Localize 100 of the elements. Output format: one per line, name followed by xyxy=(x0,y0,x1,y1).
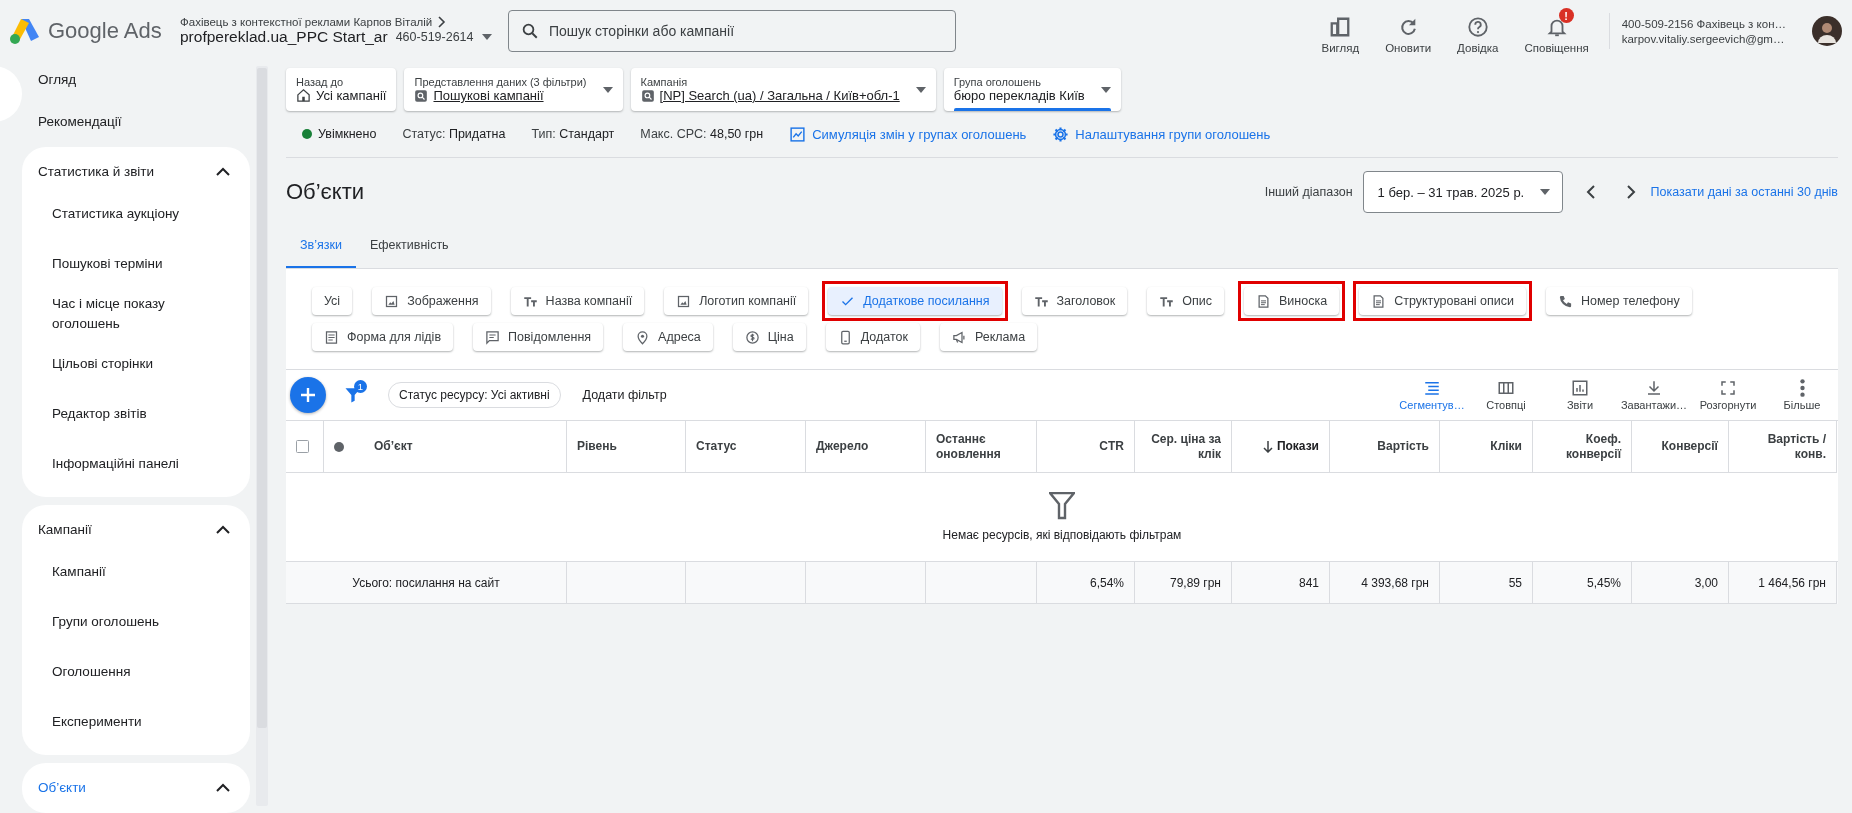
logo-icon xyxy=(10,17,40,45)
account-name[interactable]: profpereklad.ua_PPC Start_ar xyxy=(180,28,388,46)
filter-chip[interactable]: Заголовок xyxy=(1021,287,1128,315)
section-header[interactable]: Кампанії xyxy=(38,521,92,537)
filter-chip[interactable]: Виноска xyxy=(1244,287,1340,315)
sidebar-item[interactable]: Цільові сторінки xyxy=(22,339,250,389)
chevron-right-icon[interactable] xyxy=(438,16,447,28)
add-filter-button[interactable]: Додати фільтр xyxy=(582,388,667,402)
filter-chip[interactable]: Структуровані описи xyxy=(1359,287,1526,315)
account-info: 400-509-2156 Фахівець з кон… xyxy=(1621,17,1786,30)
dropdown-caret-icon xyxy=(1539,189,1550,195)
table-tool-button[interactable]: Завантажи… xyxy=(1622,379,1686,411)
form-icon xyxy=(324,329,339,345)
table-cell: 1 464,56 грн xyxy=(1729,562,1837,604)
filter-chip[interactable]: Логотип компанії xyxy=(664,287,809,315)
sidebar-item[interactable]: Кампанії xyxy=(22,547,250,597)
checkbox[interactable] xyxy=(296,440,309,453)
table-tool-button[interactable]: Сегментув… xyxy=(1400,379,1464,411)
filter-chip[interactable]: Опис xyxy=(1147,287,1224,315)
toolbar-action[interactable]: Оновити xyxy=(1377,8,1440,54)
column-header[interactable]: Кліки xyxy=(1440,421,1533,473)
message-icon xyxy=(485,329,501,345)
table-cell: 4 393,68 грн xyxy=(1330,562,1440,604)
filter-chip[interactable]: Додаткове посилання xyxy=(828,287,1002,315)
sidebar-item[interactable]: Експерименти xyxy=(22,697,250,747)
column-header[interactable]: CTR xyxy=(1037,421,1135,473)
column-header[interactable]: Останнє оновлення xyxy=(926,421,1037,473)
toolbar-action[interactable]: Вигляд xyxy=(1313,8,1368,54)
filter-chip[interactable]: Повідомлення xyxy=(473,323,604,351)
filter-chip[interactable]: Форма для лідів xyxy=(312,323,454,351)
chevron-right-icon[interactable] xyxy=(1625,184,1636,200)
help-icon xyxy=(1466,16,1489,38)
add-button[interactable] xyxy=(290,377,326,413)
collapse-chevron-icon[interactable] xyxy=(216,166,230,176)
toolbar-action[interactable]: Довідка xyxy=(1449,8,1507,54)
sidebar-item[interactable]: Оголошення xyxy=(22,647,250,697)
avatar[interactable] xyxy=(1812,16,1842,46)
column-header[interactable]: Коеф. конверсії xyxy=(1533,421,1632,473)
column-header[interactable]: Об’єкт xyxy=(364,421,567,473)
sidebar-item[interactable]: Редактор звітів xyxy=(22,389,250,439)
sidebar-item[interactable]: Статистика аукціону xyxy=(22,189,250,239)
breadcrumb-selector[interactable]: Кампанія [NP] Search (ua) / Загальна / Київ+обл-1 xyxy=(630,68,936,111)
sidebar-item[interactable]: Групи оголошень xyxy=(22,597,250,647)
sidebar-item[interactable]: Пошукові терміни xyxy=(22,239,250,289)
column-header[interactable]: Конверсії xyxy=(1632,421,1729,473)
tab[interactable]: Ефективність xyxy=(355,224,463,268)
date-range-picker[interactable]: 1 бер. – 31 трав. 2025 р. xyxy=(1362,171,1563,213)
action-link[interactable]: Налаштування групи оголошень xyxy=(1052,125,1271,143)
section-header[interactable]: Об’єкти xyxy=(38,779,86,795)
table-cell: 5,45% xyxy=(1533,562,1632,604)
filter-chip[interactable]: Назва компанії xyxy=(510,287,645,315)
column-header[interactable]: Джерело xyxy=(806,421,926,473)
column-header[interactable]: Рівень xyxy=(567,421,686,473)
phone-icon xyxy=(1558,293,1573,309)
table-cell: 3,00 xyxy=(1632,562,1729,604)
coin-icon xyxy=(744,329,760,345)
sidebar-item[interactable]: Огляд xyxy=(22,62,250,97)
section-header[interactable]: Статистика й звіти xyxy=(38,163,155,179)
column-header[interactable]: Сер. ціна за клік xyxy=(1135,421,1232,473)
chevron-left-icon[interactable] xyxy=(1585,184,1596,200)
megaphone-icon xyxy=(951,329,967,345)
dropdown-caret-icon xyxy=(1100,86,1111,93)
table-cell: 6,54% xyxy=(1037,562,1135,604)
filter-chip[interactable]: Ціна xyxy=(732,323,806,351)
collapse-chevron-icon[interactable] xyxy=(216,782,230,792)
breadcrumb-selector[interactable]: Група оголошень бюро перекладів Київ xyxy=(943,68,1121,111)
table-tool-button[interactable]: Розгорнути xyxy=(1696,379,1760,411)
column-header[interactable]: Вартість / конв. xyxy=(1729,421,1837,473)
chart-icon xyxy=(789,125,807,143)
range-label: Інший діапазон xyxy=(1264,185,1353,199)
notification-badge: ! xyxy=(1558,8,1574,23)
column-header[interactable]: Вартість xyxy=(1330,421,1440,473)
search-field[interactable]: Пошук сторінки або кампанії xyxy=(508,10,956,52)
sidebar-item[interactable]: Інформаційні панелі xyxy=(22,439,250,489)
breadcrumb-selector[interactable]: Назад до Усі кампанії xyxy=(286,68,397,111)
filter-chip[interactable]: Додаток xyxy=(825,323,920,351)
total-label: Усього: посилання на сайт xyxy=(286,562,567,604)
collapse-chevron-icon[interactable] xyxy=(216,524,230,534)
empty-message: Немає ресурсів, які відповідають фільтрам xyxy=(942,528,1182,542)
table-tool-button[interactable]: Більше xyxy=(1770,379,1834,411)
filter-chip[interactable]: Адреса xyxy=(623,323,713,351)
breadcrumb-selector[interactable]: Представлення даних (3 фільтри) Пошукові кампанії xyxy=(404,68,623,111)
last-30-days-link[interactable]: Показати дані за останні 30 днів xyxy=(1650,185,1838,199)
table-tool-button[interactable]: Звіти xyxy=(1548,379,1612,411)
sidebar-item[interactable]: Рекомендації xyxy=(22,104,250,139)
filter-chip[interactable]: Усі xyxy=(312,287,353,315)
table-tool-button[interactable]: Стовпці xyxy=(1474,379,1538,411)
account-caret-icon xyxy=(481,34,492,40)
column-header[interactable]: Покази xyxy=(1232,421,1330,473)
filter-chip[interactable]: Реклама xyxy=(939,323,1038,351)
cpc-info: Макс. CPC: 48,50 грн xyxy=(640,127,764,141)
toolbar-action[interactable]: Сповіщення ! xyxy=(1516,8,1597,54)
column-header[interactable]: Статус xyxy=(686,421,806,473)
account-id: 460-519-2614 xyxy=(395,30,474,44)
sidebar-item[interactable]: Час і місце показу оголошень xyxy=(22,289,250,339)
app-name: Google Ads xyxy=(48,18,162,44)
filter-chip[interactable]: Номер телефону xyxy=(1546,287,1692,315)
filter-chip[interactable]: Зображення xyxy=(372,287,491,315)
action-link[interactable]: Симуляція змін у групах оголошень xyxy=(789,125,1027,143)
user-email: karpov.vitaliy.sergeevich@gm… xyxy=(1621,32,1786,45)
